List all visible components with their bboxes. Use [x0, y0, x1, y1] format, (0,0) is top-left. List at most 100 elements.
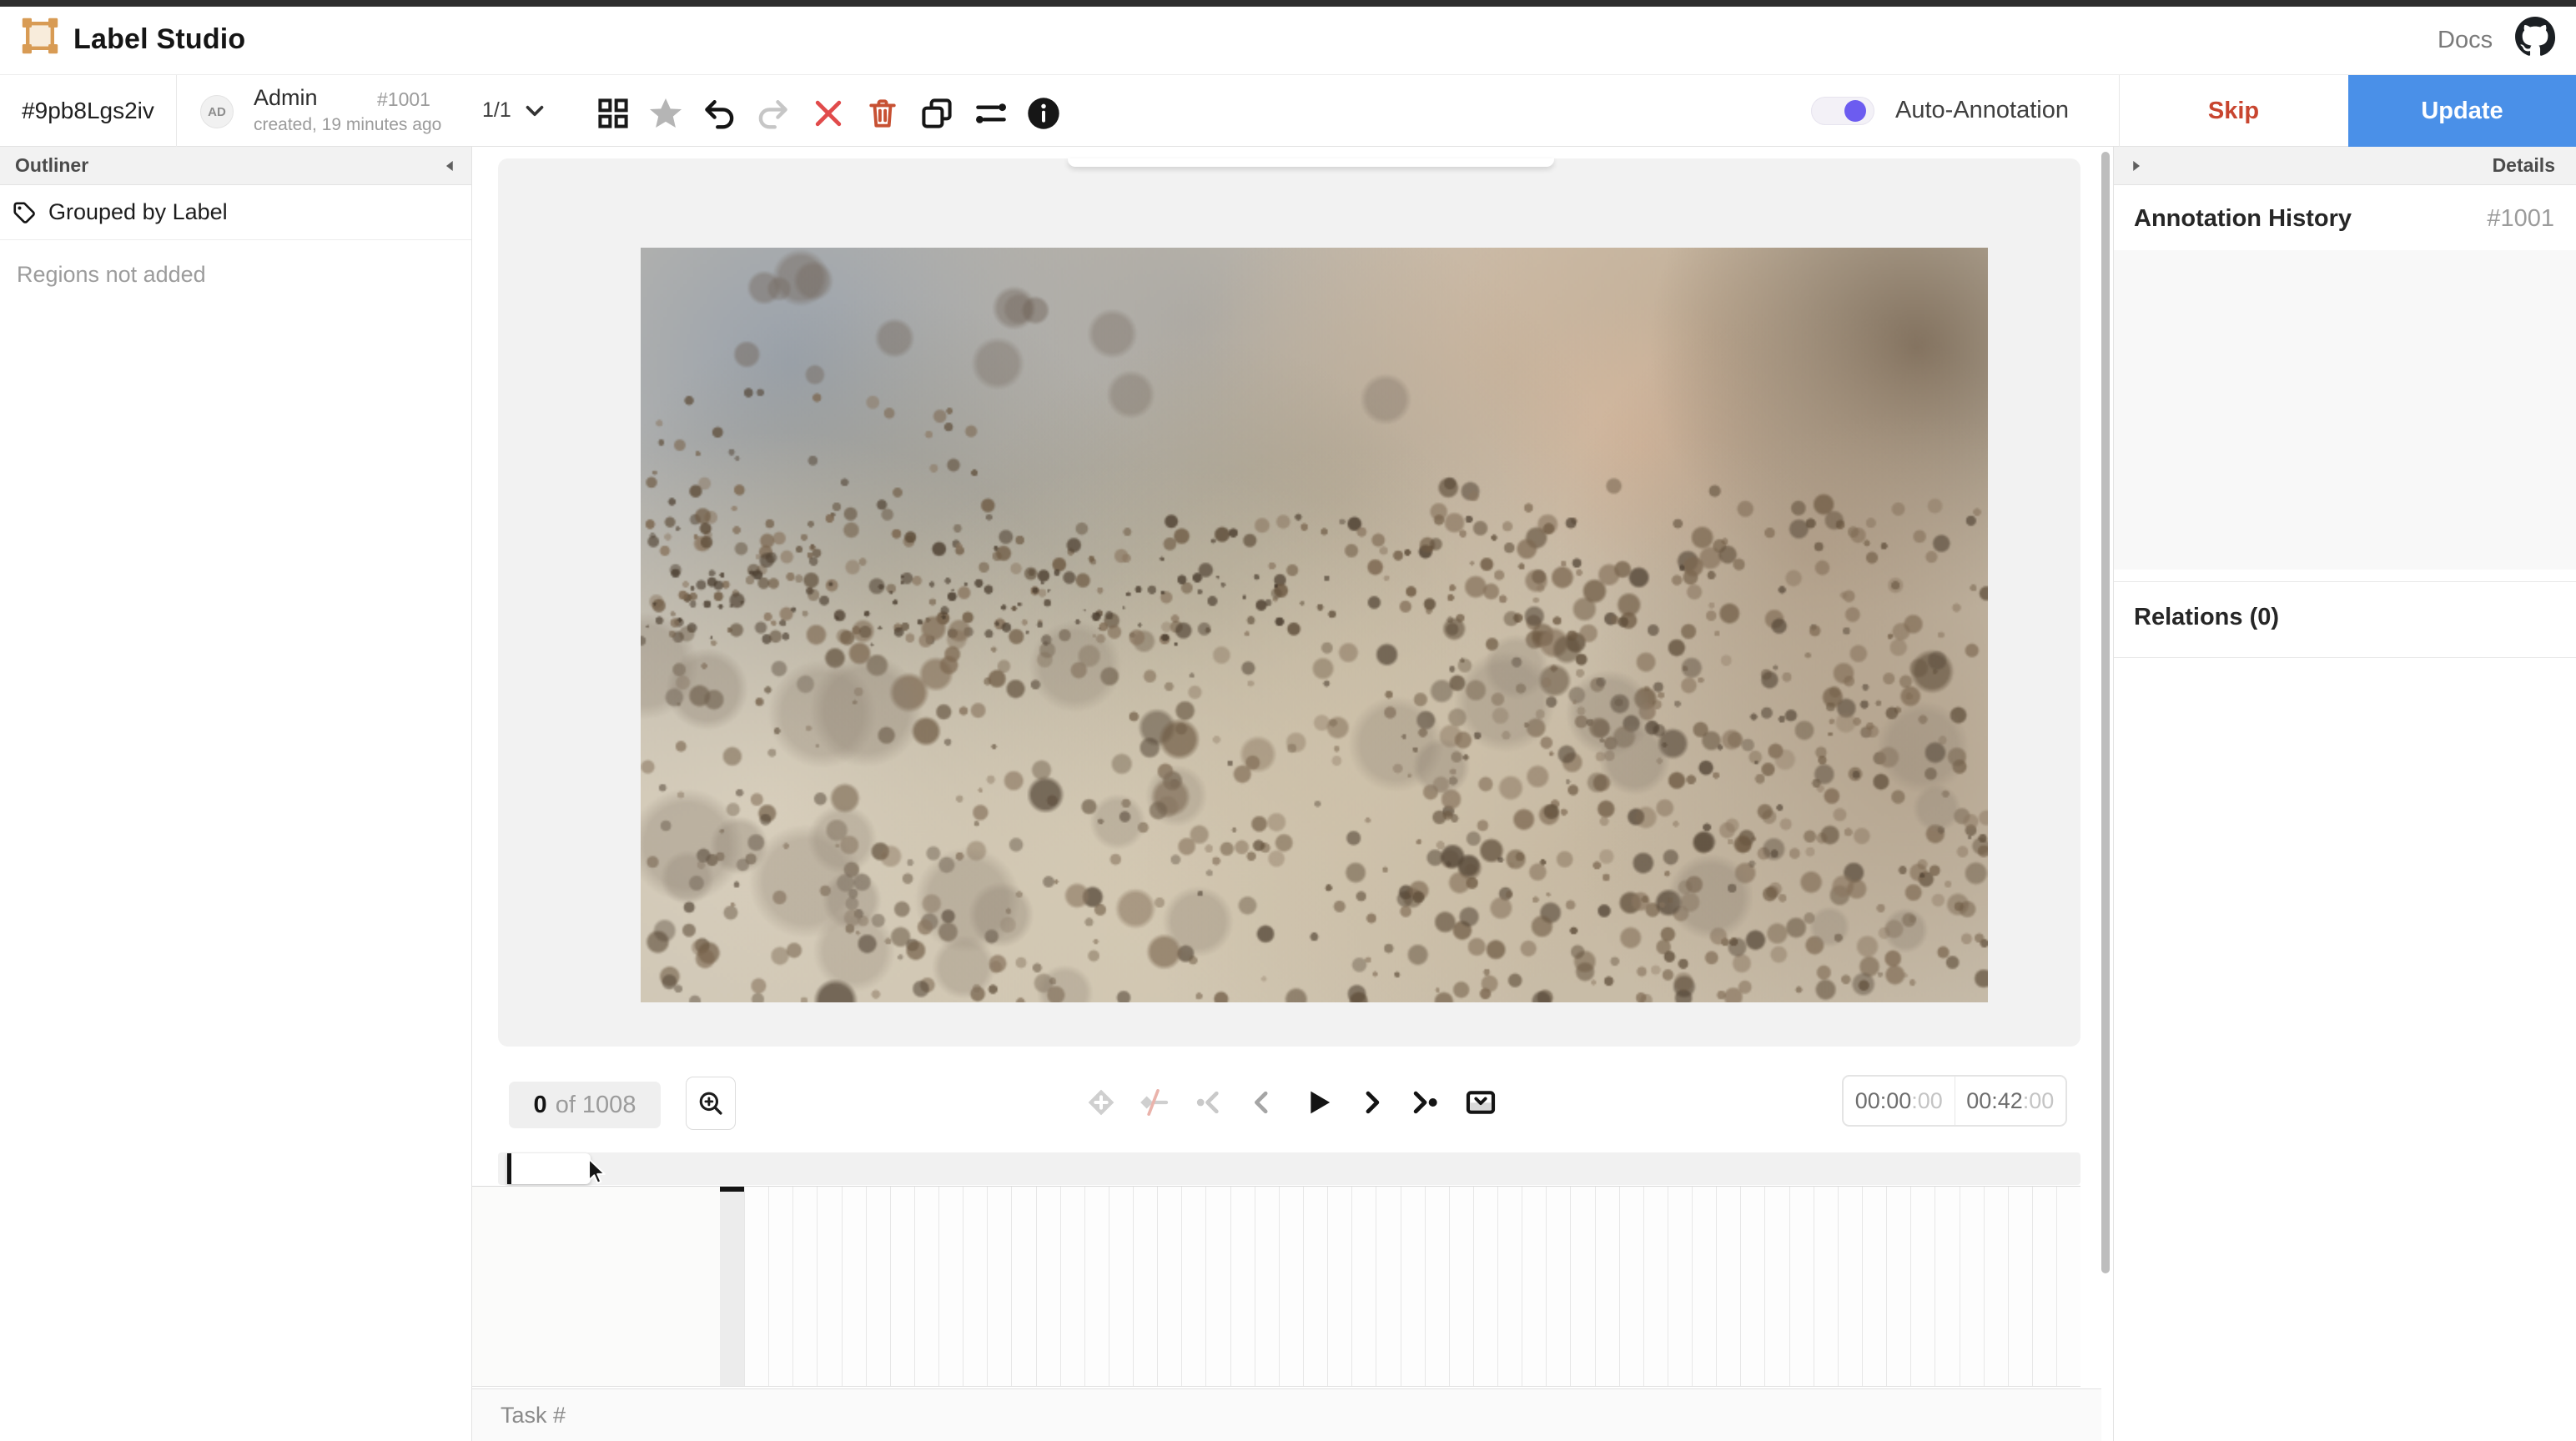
- timeline-label-gutter: [472, 1187, 720, 1387]
- skip-button[interactable]: Skip: [2119, 75, 2348, 147]
- relations-title: Relations (0): [2134, 604, 2279, 631]
- panel-divider: [2114, 657, 2576, 658]
- reject-icon[interactable]: [810, 95, 847, 132]
- frame-gridline: [1595, 1187, 1596, 1387]
- frame-gridline: [1060, 1187, 1061, 1387]
- annotation-history-title: Annotation History: [2134, 205, 2352, 233]
- settings-sliders-icon[interactable]: [973, 95, 1009, 132]
- annotation-history-id: #1001: [2487, 205, 2554, 233]
- outliner-panel: Outliner Grouped by Label Regions not ad…: [0, 147, 472, 1441]
- frame-gridline: [2032, 1187, 2033, 1387]
- time-total-main: 00:42: [1966, 1088, 2023, 1114]
- frame-gridline: [744, 1187, 745, 1387]
- star-icon[interactable]: [647, 95, 684, 132]
- app-title: Label Studio: [73, 23, 245, 56]
- annotation-created-text: created, 19 minutes ago: [254, 115, 441, 135]
- toggle-knob: [1844, 100, 1866, 122]
- undo-icon[interactable]: [702, 95, 738, 132]
- time-display: 00:00:00 00:42:00: [1842, 1075, 2067, 1127]
- frame-gridline: [1327, 1187, 1328, 1387]
- frame-gridline: [1205, 1187, 1206, 1387]
- frame-gridline: [768, 1187, 769, 1387]
- outliner-title: Outliner: [15, 154, 88, 177]
- annotation-history-empty-area: [2114, 250, 2576, 570]
- frame-gridline: [866, 1187, 867, 1387]
- frame-gridline: [1546, 1187, 1547, 1387]
- frame-gridline: [1619, 1187, 1620, 1387]
- playhead-marker: [720, 1187, 745, 1192]
- outliner-header: Outliner: [0, 147, 471, 185]
- auto-annotation-toggle[interactable]: [1811, 97, 1874, 125]
- frame-counter[interactable]: 0 of 1008: [509, 1082, 661, 1128]
- vertical-scrollbar[interactable]: [2101, 152, 2110, 1273]
- frame-gridline: [792, 1187, 793, 1387]
- annotation-pagination[interactable]: 1/1: [482, 98, 511, 123]
- frame-gridline: [1497, 1187, 1498, 1387]
- frame-gridline: [1910, 1187, 1911, 1387]
- frame-gridline: [2008, 1187, 2009, 1387]
- frame-gridline: [1764, 1187, 1765, 1387]
- user-avatar[interactable]: AD: [200, 95, 234, 128]
- frame-gridline: [1351, 1187, 1352, 1387]
- timeline-frames-grid[interactable]: [472, 1186, 2080, 1387]
- frame-total: of 1008: [556, 1092, 636, 1119]
- task-id-label: #9pb8Lgs2iv: [0, 75, 176, 147]
- workspace: 0 of 1008: [472, 147, 2101, 1441]
- window-chrome-strip: [0, 0, 2576, 7]
- magnifier-plus-icon: [697, 1089, 725, 1117]
- frame-gridline: [1886, 1187, 1887, 1387]
- tag-icon: [12, 200, 37, 225]
- frame-gridline: [987, 1187, 988, 1387]
- delete-icon[interactable]: [864, 95, 901, 132]
- prev-frame-icon[interactable]: [1245, 1086, 1279, 1119]
- details-title: Details: [2493, 154, 2555, 177]
- next-frame-icon[interactable]: [1356, 1086, 1389, 1119]
- grouped-by-label-selector[interactable]: Grouped by Label: [0, 185, 471, 240]
- seek-viewport-handle[interactable]: [507, 1153, 591, 1184]
- frame-gridline: [1716, 1187, 1717, 1387]
- details-panel: Details Annotation History #1001 Relatio…: [2113, 147, 2576, 1441]
- time-total-frames: :00: [2023, 1088, 2055, 1114]
- update-button[interactable]: Update: [2348, 75, 2576, 147]
- time-total[interactable]: 00:42:00: [1955, 1077, 2066, 1125]
- frame-current: 0: [534, 1092, 547, 1119]
- frame-gridline: [1230, 1187, 1231, 1387]
- github-icon[interactable]: [2514, 16, 2556, 58]
- frame-gridline: [1740, 1187, 1741, 1387]
- floating-toolbar-edge: [1068, 158, 1554, 167]
- frame-gridline: [1279, 1187, 1280, 1387]
- timeline-playhead[interactable]: [720, 1187, 745, 1387]
- collapse-panel-icon[interactable]: [441, 157, 460, 175]
- frame-gridline: [1984, 1187, 1985, 1387]
- video-canvas-area: [498, 158, 2080, 1047]
- add-keyframe-icon[interactable]: [1084, 1086, 1118, 1119]
- frame-gridline: [1473, 1187, 1474, 1387]
- frame-gridline: [1692, 1187, 1693, 1387]
- grid-view-icon[interactable]: [595, 95, 631, 132]
- redo-icon[interactable]: [754, 95, 791, 132]
- expand-panel-icon[interactable]: [2126, 157, 2145, 175]
- time-current-frames: :00: [1911, 1088, 1943, 1114]
- panel-divider: [2114, 581, 2576, 582]
- frame-gridline: [1449, 1187, 1450, 1387]
- keyframe-interpolation-icon[interactable]: [1137, 1086, 1170, 1119]
- time-current[interactable]: 00:00:00: [1844, 1077, 1955, 1125]
- next-keyframe-icon[interactable]: [1408, 1086, 1441, 1119]
- frame-gridline: [1425, 1187, 1426, 1387]
- prev-keyframe-icon[interactable]: [1193, 1086, 1226, 1119]
- duplicate-icon[interactable]: [918, 95, 955, 132]
- collapse-timeline-icon[interactable]: [1464, 1086, 1497, 1119]
- annotation-id: #1001: [377, 88, 430, 111]
- play-button-icon[interactable]: [1301, 1086, 1335, 1119]
- timeline-zoom-button[interactable]: [686, 1077, 736, 1130]
- regions-empty-text: Regions not added: [17, 262, 206, 288]
- details-header: Details: [2114, 147, 2576, 185]
- video-frame[interactable]: [641, 248, 1988, 1002]
- frame-gridline: [1570, 1187, 1571, 1387]
- frame-gridline: [1789, 1187, 1790, 1387]
- timeline-seekbar[interactable]: [498, 1152, 2080, 1185]
- frame-gridline: [817, 1187, 818, 1387]
- chevron-down-icon[interactable]: [521, 97, 549, 125]
- docs-link[interactable]: Docs: [2438, 27, 2493, 54]
- info-icon[interactable]: [1025, 95, 1062, 132]
